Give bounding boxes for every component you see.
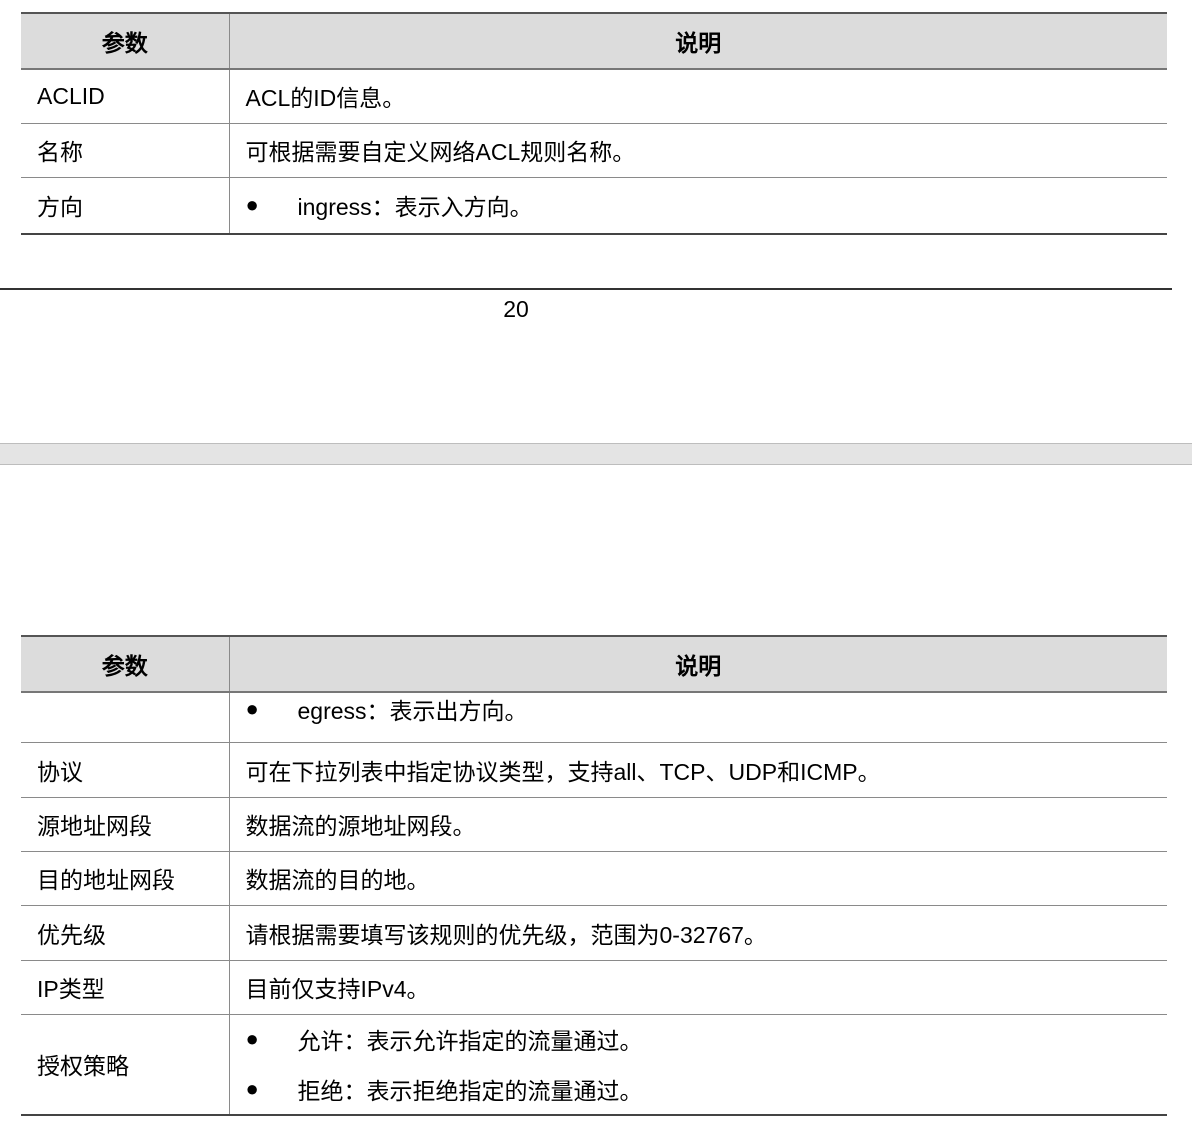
description-cell: 可在下拉列表中指定协议类型，支持all、TCP、UDP和ICMP。 (228, 742, 1167, 798)
description-cell: 数据流的源地址网段。 (228, 797, 1167, 852)
param-cell: ACLID (21, 69, 229, 124)
page-break (0, 443, 1192, 465)
description-cell: ● egress：表示出方向。 (228, 692, 1167, 743)
bullet-icon: ● (245, 696, 259, 722)
table-row: 优先级 请根据需要填写该规则的优先级，范围为0-32767。 (21, 905, 1167, 961)
bullet-item: ● 允许：表示允许指定的流量通过。 (246, 1022, 1152, 1056)
description-cell: 目前仅支持IPv4。 (228, 960, 1167, 1015)
bullet-text: ingress：表示入方向。 (297, 194, 533, 221)
bullet-text: egress：表示出方向。 (297, 698, 528, 725)
header-param: 参数 (21, 12, 229, 70)
description-cell: ● 允许：表示允许指定的流量通过。 ● 拒绝：表示拒绝指定的流量通过。 (228, 1014, 1167, 1116)
bullet-icon: ● (245, 1026, 259, 1052)
param-cell: 源地址网段 (21, 797, 229, 852)
table-row: 授权策略 ● 允许：表示允许指定的流量通过。 ● 拒绝：表示拒绝指定的流量通过。 (21, 1014, 1167, 1116)
table-row: ACLID ACL的ID信息。 (21, 69, 1167, 124)
table-row: 目的地址网段 数据流的目的地。 (21, 851, 1167, 906)
bullet-text: 拒绝：表示拒绝指定的流量通过。 (297, 1078, 643, 1105)
description-cell: ● ingress：表示入方向。 (228, 177, 1167, 235)
header-description: 说明 (228, 635, 1167, 693)
parameter-table-bottom: 参数 说明 ● egress：表示出方向。 协议 可在下拉列表中指定协议类型，支… (21, 635, 1167, 1116)
table-row: 方向 ● ingress：表示入方向。 (21, 177, 1167, 235)
param-cell: 授权策略 (21, 1014, 229, 1116)
bullet-icon: ● (245, 1076, 259, 1102)
header-description: 说明 (228, 12, 1167, 70)
bullet-item: ● 拒绝：表示拒绝指定的流量通过。 (246, 1072, 1152, 1106)
parameter-table-top: 参数 说明 ACLID ACL的ID信息。 名称 可根据需要自定义网络ACL规则… (21, 12, 1167, 235)
bullet-icon: ● (245, 192, 259, 218)
param-cell: 目的地址网段 (21, 851, 229, 906)
bullet-item: ● egress：表示出方向。 (246, 692, 1152, 726)
param-cell: 名称 (21, 123, 229, 178)
table-row: 名称 可根据需要自定义网络ACL规则名称。 (21, 123, 1167, 178)
table-row: IP类型 目前仅支持IPv4。 (21, 960, 1167, 1015)
param-cell: 优先级 (21, 905, 229, 961)
param-cell: 方向 (21, 177, 229, 235)
bullet-item: ● ingress：表示入方向。 (246, 188, 1152, 222)
description-cell: 可根据需要自定义网络ACL规则名称。 (228, 123, 1167, 178)
table-row: ● egress：表示出方向。 (21, 692, 1167, 743)
header-param: 参数 (21, 635, 229, 693)
table-row: 协议 可在下拉列表中指定协议类型，支持all、TCP、UDP和ICMP。 (21, 742, 1167, 798)
bullet-text: 允许：表示允许指定的流量通过。 (297, 1028, 643, 1055)
page-number: 20 (503, 296, 529, 322)
param-cell: IP类型 (21, 960, 229, 1015)
description-cell: 请根据需要填写该规则的优先级，范围为0-32767。 (228, 905, 1167, 961)
table-header-row: 参数 说明 (21, 635, 1167, 693)
footer-divider (0, 288, 1172, 290)
description-cell: ACL的ID信息。 (228, 69, 1167, 124)
param-cell (21, 692, 229, 743)
table-row: 源地址网段 数据流的源地址网段。 (21, 797, 1167, 852)
table-header-row: 参数 说明 (21, 12, 1167, 70)
description-cell: 数据流的目的地。 (228, 851, 1167, 906)
param-cell: 协议 (21, 742, 229, 798)
